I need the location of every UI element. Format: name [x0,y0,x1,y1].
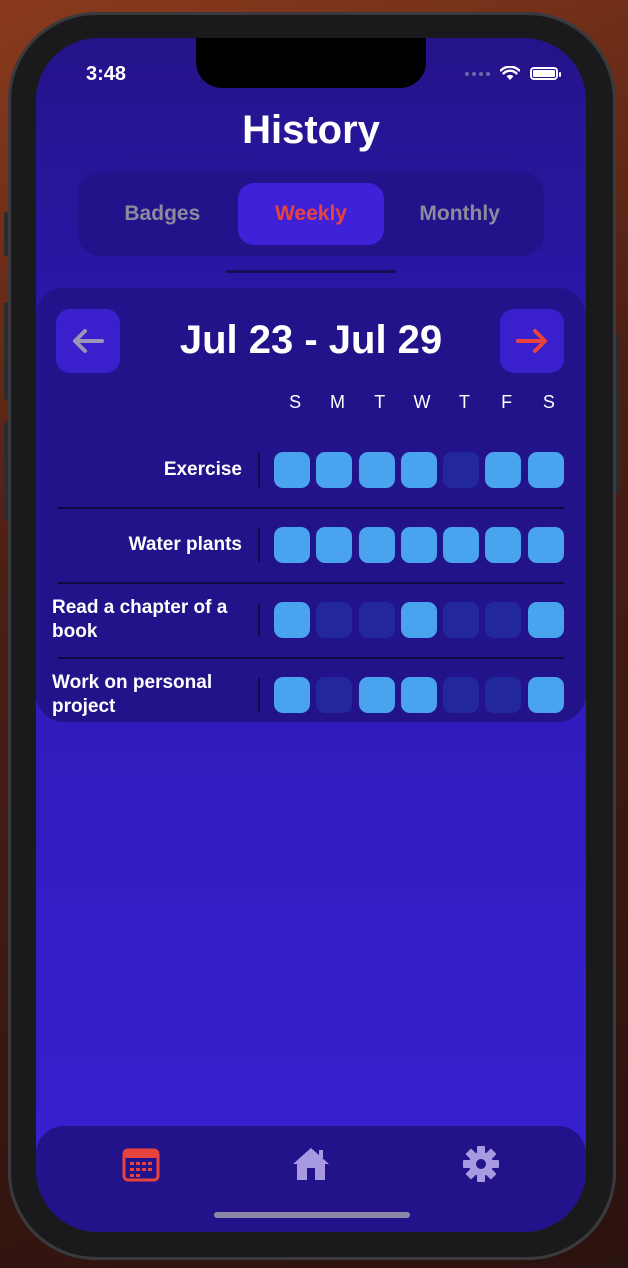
app-screen: 3:48 History Badges Weekly Monthly Jul 2… [36,38,586,1232]
row-separator [258,453,260,487]
day-cell-completed[interactable] [485,452,522,488]
tab-home[interactable] [291,1144,331,1184]
day-cell-completed[interactable] [527,527,564,563]
day-cell-missed[interactable] [316,677,353,713]
day-cells [274,527,564,563]
day-cell-completed[interactable] [274,452,310,488]
cellular-signal-icon [465,71,490,76]
tab-settings[interactable] [461,1144,501,1184]
day-cell-completed[interactable] [527,602,564,638]
weekday-header: S M T W T F S [274,392,570,413]
row-separator [258,528,260,562]
home-icon [293,1148,329,1180]
next-week-button[interactable] [500,309,564,373]
habit-name: Exercise [163,459,242,480]
divider [226,270,396,273]
day-cell-completed[interactable] [316,527,353,563]
calendar-icon [122,1148,160,1182]
day-cell-missed[interactable] [443,677,480,713]
tab-badges[interactable]: Badges [89,183,235,245]
weekday-label: S [289,392,302,412]
weekday-label: T [374,392,386,412]
power-button [616,334,620,494]
habit-name: Work on personal project [52,672,213,717]
day-cell-missed[interactable] [485,677,522,713]
habit-row: Exercise [36,433,586,507]
notch [196,38,426,88]
day-cell-completed[interactable] [400,602,437,638]
day-cell-completed[interactable] [400,677,437,713]
status-time: 3:48 [86,63,127,85]
day-cell-completed[interactable] [274,527,310,563]
day-cells [274,602,564,638]
habit-row: Work on personal project [36,658,586,732]
day-cell-completed[interactable] [274,677,310,713]
day-cell-completed[interactable] [485,527,522,563]
day-cell-missed[interactable] [443,452,480,488]
day-cell-completed[interactable] [358,677,395,713]
mute-switch [4,212,8,256]
weekday-label: W [413,392,431,412]
weekday-label: T [458,392,470,412]
day-cell-completed[interactable] [316,452,353,488]
habit-row: Water plants [36,508,586,582]
home-indicator [214,1212,410,1218]
tab-history[interactable] [121,1144,161,1184]
history-segmented-control: Badges Weekly Monthly [78,172,544,256]
day-cell-completed[interactable] [358,452,395,488]
day-cell-missed[interactable] [485,602,522,638]
tab-weekly[interactable]: Weekly [237,183,384,245]
day-cell-completed[interactable] [358,527,395,563]
day-cell-completed[interactable] [443,527,480,563]
tab-monthly[interactable]: Monthly [387,183,533,245]
habit-name: Water plants [128,534,242,555]
day-cells [274,677,564,713]
habit-row: Read a chapter of a book [36,583,586,657]
day-cells [274,452,564,488]
status-icons [465,66,561,81]
volume-down-button [4,422,8,520]
day-cell-completed[interactable] [400,527,437,563]
row-separator [258,678,260,712]
weekday-label: F [501,392,513,412]
habit-name: Read a chapter of a book [52,597,228,642]
weekday-label: M [329,392,345,412]
battery-icon [530,67,561,80]
day-cell-missed[interactable] [316,602,353,638]
day-cell-missed[interactable] [358,602,395,638]
weekday-label: S [542,392,555,412]
weekly-card: Jul 23 - Jul 29 S M T W T F S Exercise Wa… [36,288,586,722]
day-cell-completed[interactable] [527,452,564,488]
gear-icon [463,1146,499,1182]
page-title: History [242,108,380,152]
day-cell-missed[interactable] [443,602,480,638]
arrow-right-icon [516,329,547,353]
day-cell-completed[interactable] [527,677,564,713]
volume-up-button [4,302,8,400]
wifi-icon [500,66,520,80]
day-cell-completed[interactable] [400,452,437,488]
day-cell-completed[interactable] [274,602,310,638]
row-separator [258,603,260,637]
